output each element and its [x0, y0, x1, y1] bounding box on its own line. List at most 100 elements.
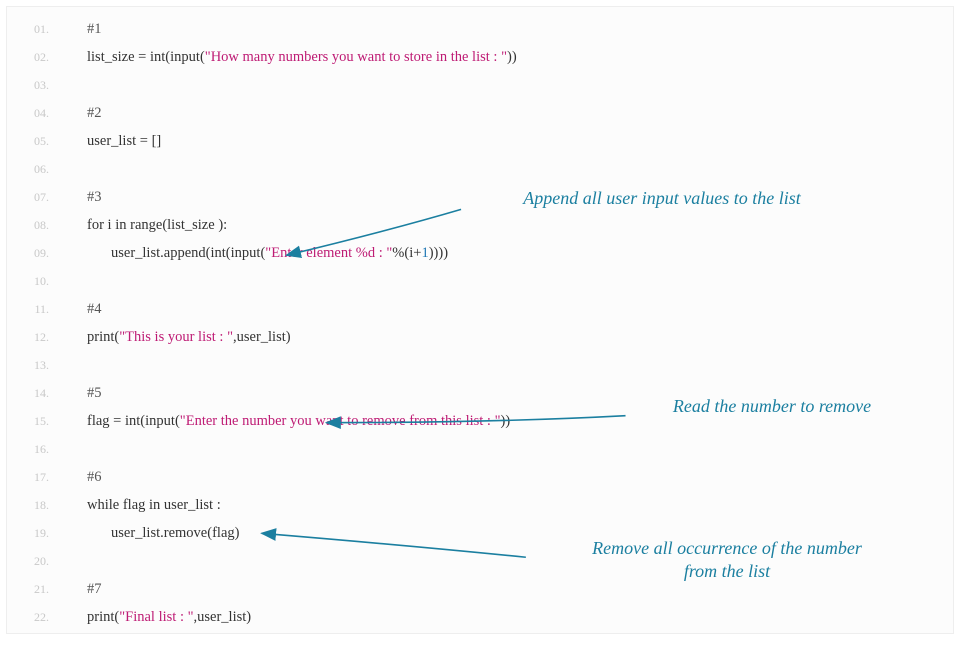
line-number: 19.: [7, 519, 65, 547]
token-op: %: [392, 245, 404, 261]
token-comment: #6: [87, 469, 102, 485]
token-ident: list_size: [167, 217, 218, 233]
token-op: =: [138, 49, 150, 65]
token-op: ): [246, 609, 251, 625]
token-op: )): [507, 49, 517, 65]
token-builtin: print: [87, 329, 114, 345]
token-ident: flag: [212, 525, 235, 541]
code-line: 15.flag = int(input("Enter the number yo…: [7, 407, 953, 435]
line-content: flag = int(input("Enter the number you w…: [65, 407, 510, 435]
code-line: 10.: [7, 267, 953, 295]
line-number: 16.: [7, 435, 65, 463]
token-str: "Final list : ": [119, 609, 193, 625]
line-number: 18.: [7, 491, 65, 519]
token-ident: user_list: [164, 497, 217, 513]
token-comment: #2: [87, 105, 102, 121]
token-op: []: [152, 133, 162, 149]
token-num: 1: [421, 245, 428, 261]
line-number: 15.: [7, 407, 65, 435]
token-ident: user_list: [111, 245, 160, 261]
line-content: #7: [65, 575, 102, 603]
token-ident: user_list: [87, 133, 140, 149]
token-str: "This is your list : ": [119, 329, 233, 345]
code-line: 19.user_list.remove(flag): [7, 519, 953, 547]
line-content: user_list = []: [65, 127, 161, 155]
code-line: 07.#3: [7, 183, 953, 211]
token-builtin: int: [125, 413, 140, 429]
code-line: 21. #7: [7, 575, 953, 603]
token-builtin: input: [145, 413, 175, 429]
line-number: 17.: [7, 463, 65, 491]
token-kw: for: [87, 217, 108, 233]
token-builtin: print: [87, 609, 114, 625]
code-line: 22.print("Final list : ",user_list): [7, 603, 953, 631]
code-line: 18.while flag in user_list :: [7, 491, 953, 519]
token-ident: flag: [87, 413, 113, 429]
code-line: 12.print("This is your list : ",user_lis…: [7, 323, 953, 351]
line-number: 10.: [7, 267, 65, 295]
token-kw: while: [87, 497, 123, 513]
token-builtin: range: [130, 217, 162, 233]
line-number: 12.: [7, 323, 65, 351]
token-comment: #1: [87, 21, 102, 37]
code-lines: 01. #1 02.list_size = int(input("How many …: [7, 15, 953, 631]
line-content: list_size = int(input("How many numbers …: [65, 43, 517, 71]
line-content: while flag in user_list :: [65, 491, 221, 519]
line-content: print("Final list : ",user_list): [65, 603, 251, 631]
line-number: 21.: [7, 575, 65, 603]
code-line: 01. #1: [7, 15, 953, 43]
line-number: 07.: [7, 183, 65, 211]
line-number: 06.: [7, 155, 65, 183]
token-op: ):: [218, 217, 227, 233]
code-line: 02.list_size = int(input("How many numbe…: [7, 43, 953, 71]
code-line: 06.: [7, 155, 953, 183]
token-str: "How many numbers you want to store in t…: [205, 49, 507, 65]
line-number: 01.: [7, 15, 65, 43]
code-line: 04. #2: [7, 99, 953, 127]
token-op: )): [501, 413, 511, 429]
line-content: for i in range(list_size ):: [65, 211, 227, 239]
token-op: ): [235, 525, 240, 541]
line-content: #6: [65, 463, 102, 491]
code-line: 13.: [7, 351, 953, 379]
token-ident: user_list: [111, 525, 160, 541]
line-number: 08.: [7, 211, 65, 239]
token-builtin: append: [164, 245, 206, 261]
code-line: 03.: [7, 71, 953, 99]
line-number: 14.: [7, 379, 65, 407]
token-builtin: remove: [164, 525, 207, 541]
token-builtin: int: [210, 245, 225, 261]
token-ident: list_size: [87, 49, 138, 65]
line-content: #4: [65, 295, 102, 323]
line-number: 13.: [7, 351, 65, 379]
token-op: ): [286, 329, 291, 345]
line-number: 03.: [7, 71, 65, 99]
code-line: 05.user_list = []: [7, 127, 953, 155]
line-number: 22.: [7, 603, 65, 631]
token-comment: #5: [87, 385, 102, 401]
token-comment: #7: [87, 581, 102, 597]
token-kw: in: [149, 497, 164, 513]
token-kw: in: [115, 217, 130, 233]
line-content: print("This is your list : ",user_list): [65, 323, 291, 351]
line-number: 04.: [7, 99, 65, 127]
code-block: 01. #1 02.list_size = int(input("How many …: [6, 6, 954, 634]
token-op: :: [217, 497, 221, 513]
line-content: user_list.remove(flag): [65, 519, 239, 547]
line-content: #3: [65, 183, 102, 211]
line-number: 11.: [7, 295, 65, 323]
token-ident: user_list: [237, 329, 286, 345]
code-line: 16.: [7, 435, 953, 463]
line-number: 05.: [7, 127, 65, 155]
line-number: 09.: [7, 239, 65, 267]
token-builtin: int: [150, 49, 165, 65]
token-ident: flag: [123, 497, 149, 513]
token-comment: #4: [87, 301, 102, 317]
token-str: "Enter the number you want to remove fro…: [180, 413, 501, 429]
token-str: "Enter element %d : ": [265, 245, 392, 261]
line-content: #1: [65, 15, 102, 43]
line-content: #5: [65, 379, 102, 407]
code-line: 08.for i in range(list_size ):: [7, 211, 953, 239]
token-builtin: input: [231, 245, 261, 261]
code-line: 20.: [7, 547, 953, 575]
